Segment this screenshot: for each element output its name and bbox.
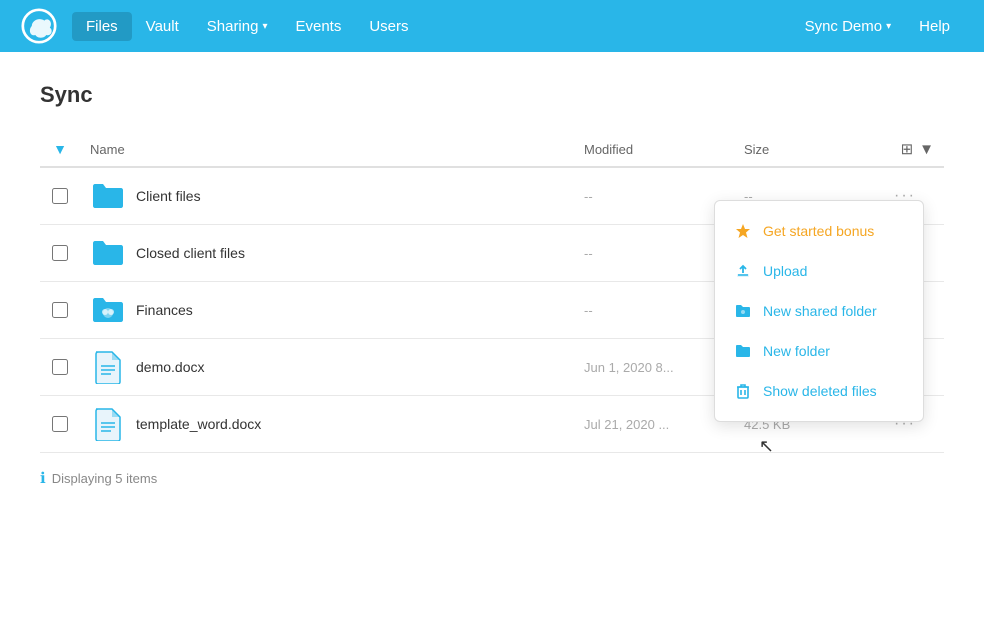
file-name-text: Client files — [136, 188, 201, 204]
row-modified: -- — [574, 167, 734, 225]
th-name[interactable]: Name — [80, 132, 574, 167]
nav-events[interactable]: Events — [281, 12, 355, 41]
shared-folder-icon — [90, 292, 126, 328]
th-size: Size — [734, 132, 834, 167]
row-name-link[interactable]: Finances — [90, 292, 564, 328]
grid-view-icon[interactable]: ⊞ — [901, 140, 914, 158]
user-chevron-icon: ▾ — [886, 21, 891, 32]
status-bar: ℹ Displaying 5 items — [40, 469, 944, 487]
row-modified: Jun 1, 2020 8... — [574, 339, 734, 396]
page-title: Sync — [40, 82, 944, 108]
file-name-text: template_word.docx — [136, 416, 261, 432]
new-folder-icon — [733, 341, 753, 361]
row-checkbox-cell — [40, 167, 80, 225]
navbar: Files Vault Sharing ▾ Events Users Sync … — [0, 0, 984, 52]
row-name-cell: Client files — [80, 167, 574, 225]
row-checkbox-cell — [40, 282, 80, 339]
dropdown-item-trash-icon[interactable]: Show deleted files — [715, 371, 923, 411]
row-checkbox[interactable] — [52, 359, 68, 375]
table-header-row: ▼ Name Modified Size ⊞ — [40, 132, 944, 167]
dropdown-item-star-icon[interactable]: Get started bonus — [715, 211, 923, 251]
trash-icon — [733, 381, 753, 401]
row-name-link[interactable]: Client files — [90, 178, 564, 214]
row-checkbox[interactable] — [52, 245, 68, 261]
new-shared-folder-icon — [733, 301, 753, 321]
row-name-link[interactable]: template_word.docx — [90, 406, 564, 442]
nav-sharing[interactable]: Sharing ▾ — [193, 12, 282, 41]
nav-vault[interactable]: Vault — [132, 12, 193, 41]
filter-icon[interactable]: ▼ — [919, 141, 934, 158]
row-modified: -- — [574, 225, 734, 282]
sort-arrow-icon: ▼ — [53, 141, 67, 157]
row-modified: Jul 21, 2020 ... — [574, 396, 734, 453]
row-modified: -- — [574, 282, 734, 339]
dropdown-item-new-folder-icon[interactable]: New folder — [715, 331, 923, 371]
th-shared — [834, 132, 884, 167]
main-content: Sync ▼ Name Modified Size — [0, 52, 984, 517]
user-menu[interactable]: Sync Demo ▾ — [795, 12, 902, 41]
folder-icon — [90, 235, 126, 271]
th-check: ▼ — [40, 132, 80, 167]
nav-files[interactable]: Files — [72, 12, 132, 41]
help-link[interactable]: Help — [905, 12, 964, 41]
row-name-link[interactable]: Closed client files — [90, 235, 564, 271]
row-checkbox-cell — [40, 225, 80, 282]
dropdown-item-upload-icon[interactable]: Upload — [715, 251, 923, 291]
row-name-cell: Closed client files — [80, 225, 574, 282]
upload-icon — [733, 261, 753, 281]
dropdown-item-new-shared-folder-icon[interactable]: New shared folder — [715, 291, 923, 331]
th-modified: Modified — [574, 132, 734, 167]
row-checkbox[interactable] — [52, 416, 68, 432]
sharing-chevron-icon: ▾ — [262, 21, 267, 32]
row-name-cell: Finances — [80, 282, 574, 339]
docx-icon — [90, 349, 126, 385]
dropdown-menu: Get started bonus Upload New shared fold… — [714, 200, 924, 422]
row-checkbox-cell — [40, 396, 80, 453]
th-tools: ⊞ ▼ — [884, 132, 944, 167]
star-icon — [733, 221, 753, 241]
file-name-text: Finances — [136, 302, 193, 318]
row-checkbox-cell — [40, 339, 80, 396]
row-checkbox[interactable] — [52, 188, 68, 204]
row-name-cell: template_word.docx — [80, 396, 574, 453]
folder-icon — [90, 178, 126, 214]
navbar-right: Sync Demo ▾ Help — [795, 12, 964, 41]
logo[interactable] — [20, 7, 58, 45]
row-name-cell: demo.docx — [80, 339, 574, 396]
nav-users[interactable]: Users — [355, 12, 422, 41]
info-icon: ℹ — [40, 469, 46, 487]
file-name-text: Closed client files — [136, 245, 245, 261]
row-checkbox[interactable] — [52, 302, 68, 318]
file-name-text: demo.docx — [136, 359, 204, 375]
row-name-link[interactable]: demo.docx — [90, 349, 564, 385]
docx-icon — [90, 406, 126, 442]
